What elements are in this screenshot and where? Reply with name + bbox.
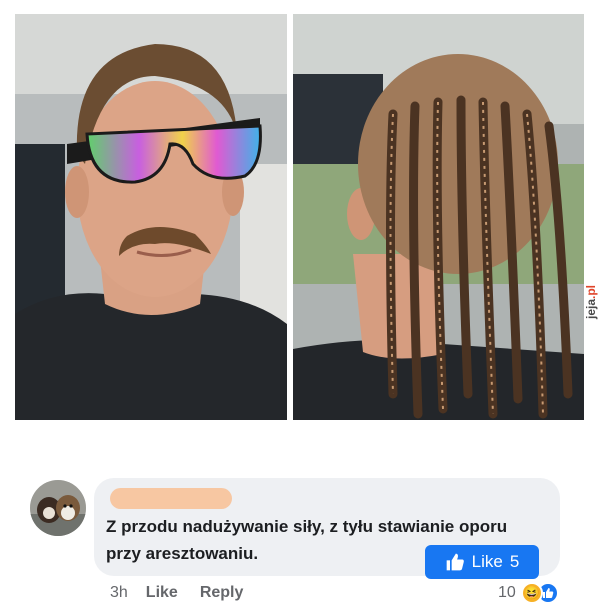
like-chip-label: Like (471, 552, 503, 571)
haha-icon: 😆 (520, 582, 543, 604)
like-action[interactable]: Like (146, 584, 178, 602)
watermark-name: jeja (584, 299, 598, 320)
photo-back (293, 14, 584, 420)
reply-action[interactable]: Reply (200, 584, 244, 602)
like-chip-count: 5 (509, 552, 520, 571)
author-name-redacted[interactable] (110, 488, 232, 509)
comment-timestamp[interactable]: 3h (110, 584, 128, 602)
reaction-summary[interactable]: 10 😆 (498, 581, 559, 605)
photo-front (15, 14, 287, 420)
like-count-chip[interactable]: Like 5 (425, 545, 539, 579)
comment-actions: 3h Like Reply (110, 582, 243, 604)
reaction-count: 10 (498, 584, 516, 601)
thumbs-up-icon (446, 553, 464, 571)
watermark-domain: .pl (584, 285, 598, 299)
avatar[interactable] (30, 480, 86, 536)
jeja-watermark: jeja .pl (584, 270, 598, 334)
